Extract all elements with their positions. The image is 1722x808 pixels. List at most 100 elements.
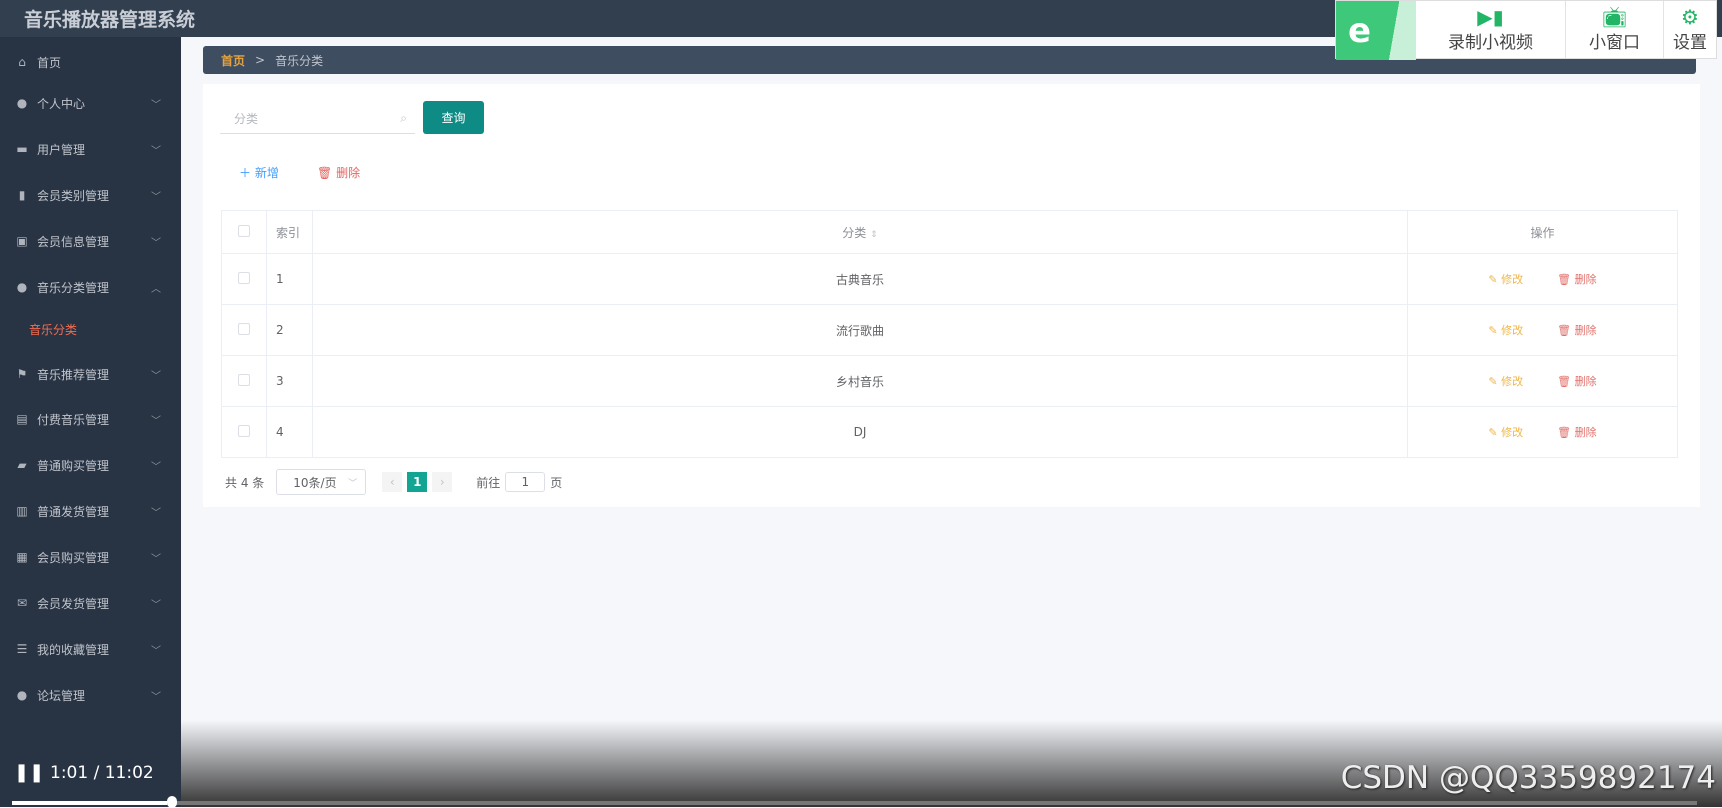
next-page-button[interactable]: › xyxy=(432,472,453,492)
sidebar-item[interactable]: ⚑ 音乐推荐管理 ﹀ xyxy=(0,359,181,389)
mail-icon: ✉ xyxy=(16,596,28,610)
sidebar-item-label: 会员发货管理 xyxy=(37,596,110,611)
row-select[interactable] xyxy=(221,253,267,305)
row-index: 4 xyxy=(266,406,313,458)
goto-page-input[interactable]: 1 xyxy=(505,472,546,492)
edit-label: 修改 xyxy=(1501,426,1524,439)
mini-window-button[interactable]: 📺︎ 小窗口 xyxy=(1566,1,1664,58)
add-button[interactable]: ＋ 新增 xyxy=(239,164,279,181)
table-row: 1 古典音乐 ✎ 修改 🗑︎ 删除 xyxy=(221,253,1678,305)
settings-button[interactable]: ⚙ 设置 xyxy=(1664,1,1716,58)
sidebar-item[interactable]: ✉ 会员发货管理 ﹀ xyxy=(0,588,181,618)
checkbox[interactable] xyxy=(238,224,250,237)
sidebar-item-label: 音乐推荐管理 xyxy=(37,367,110,382)
header-category[interactable]: 分类 ⇕ xyxy=(312,210,1408,254)
sidebar-item-label: 会员信息管理 xyxy=(37,234,110,249)
edit-button[interactable]: ✎ 修改 xyxy=(1488,426,1523,439)
trash-icon: 🗑︎ xyxy=(1557,273,1575,286)
sidebar-item[interactable]: ☰ 我的收藏管理 ﹀ xyxy=(0,634,181,664)
checkbox[interactable] xyxy=(238,424,250,437)
edit-label: 修改 xyxy=(1501,324,1524,337)
sidebar-item[interactable]: ● 音乐分类管理 ︿ xyxy=(0,272,181,302)
sidebar-item[interactable]: ▣ 会员信息管理 ﹀ xyxy=(0,226,181,256)
edit-button[interactable]: ✎ 修改 xyxy=(1488,375,1523,388)
page-unit: 页 xyxy=(550,475,563,490)
row-index: 2 xyxy=(266,304,313,356)
settings-label: 设置 xyxy=(1673,33,1707,53)
browser-logo-icon: e xyxy=(1336,1,1416,60)
prev-page-button[interactable]: ‹ xyxy=(382,472,403,492)
chevron-down-icon: ﹀ xyxy=(151,237,161,249)
row-select[interactable] xyxy=(221,406,267,458)
row-category: DJ xyxy=(312,406,1408,458)
delete-button[interactable]: 🗑︎ 删除 xyxy=(1557,324,1596,337)
total-count: 共 4 条 xyxy=(225,475,265,490)
sidebar-subitem-active[interactable]: 音乐分类 xyxy=(29,321,77,338)
edit-button[interactable]: ✎ 修改 xyxy=(1488,273,1523,286)
trash-icon: 🗑︎ xyxy=(1557,324,1575,337)
pagination: 共 4 条 10条/页 ﹀ ‹ 1 › 前往 1 页 xyxy=(225,469,562,495)
sidebar-item-label: 付费音乐管理 xyxy=(37,412,110,427)
watermark: CSDN @QQ3359892174 xyxy=(1340,760,1716,796)
batch-delete-button[interactable]: 🗑︎ 删除 xyxy=(317,164,360,181)
chevron-down-icon: ﹀ xyxy=(151,507,161,519)
sidebar-item-label: 普通发货管理 xyxy=(37,504,110,519)
sort-icon[interactable]: ⇕ xyxy=(870,230,878,240)
sidebar-item[interactable]: ● 个人中心 ﹀ xyxy=(0,88,181,118)
record-video-button[interactable]: ▶▮ 录制小视频 xyxy=(1416,1,1566,58)
breadcrumb-current: 音乐分类 xyxy=(275,53,324,68)
briefcase-icon: ▬ xyxy=(16,142,28,156)
video-time: 1:01 / 11:02 xyxy=(50,763,154,783)
edit-button[interactable]: ✎ 修改 xyxy=(1488,324,1523,337)
page-number[interactable]: 1 xyxy=(407,472,428,492)
sidebar-item-label: 我的收藏管理 xyxy=(37,642,110,657)
delete-button[interactable]: 🗑︎ 删除 xyxy=(1557,375,1596,388)
query-button[interactable]: 查询 xyxy=(423,101,484,134)
chat-icon: ● xyxy=(16,688,28,702)
checkbox[interactable] xyxy=(238,322,250,335)
search-input[interactable]: 分类 ⌕ xyxy=(220,103,415,134)
checkbox[interactable] xyxy=(238,271,250,284)
sidebar-item[interactable]: ⌂ 首页 xyxy=(0,47,181,77)
page-size-value: 10条/页 xyxy=(293,475,337,490)
header-select-all[interactable] xyxy=(221,210,267,254)
sidebar-item[interactable]: ▤ 付费音乐管理 ﹀ xyxy=(0,404,181,434)
grid-icon: ▦ xyxy=(16,550,28,564)
delete-button[interactable]: 🗑︎ 删除 xyxy=(1557,426,1596,439)
row-index: 3 xyxy=(266,355,313,407)
pause-icon[interactable]: ❚❚ xyxy=(14,762,44,783)
row-select[interactable] xyxy=(221,304,267,356)
delete-button[interactable]: 🗑︎ 删除 xyxy=(1557,273,1596,286)
tv-icon: 📺︎ xyxy=(1601,5,1628,29)
video-progress-bar[interactable] xyxy=(12,801,1697,805)
row-actions: ✎ 修改 🗑︎ 删除 xyxy=(1407,406,1678,458)
box-icon: ▥ xyxy=(16,504,28,518)
delete-label: 删除 xyxy=(1574,375,1597,388)
sidebar-item[interactable]: ▥ 普通发货管理 ﹀ xyxy=(0,496,181,526)
sidebar-item-label: 用户管理 xyxy=(37,142,86,157)
checkbox[interactable] xyxy=(238,373,250,386)
row-select[interactable] xyxy=(221,355,267,407)
bar-chart-icon: ▮ xyxy=(18,188,26,202)
sidebar-item-label: 个人中心 xyxy=(37,96,86,111)
search-icon: ⌕ xyxy=(400,110,407,125)
table-row: 3 乡村音乐 ✎ 修改 🗑︎ 删除 xyxy=(221,355,1678,407)
sidebar-item[interactable]: ▮ 会员类别管理 ﹀ xyxy=(0,180,181,210)
edit-label: 修改 xyxy=(1501,273,1524,286)
page-size-select[interactable]: 10条/页 ﹀ xyxy=(276,469,367,495)
delete-label: 删除 xyxy=(1574,426,1597,439)
sidebar-item[interactable]: ▬ 用户管理 ﹀ xyxy=(0,134,181,164)
row-category: 乡村音乐 xyxy=(312,355,1408,407)
video-controls: ❚❚ 1:01 / 11:02 CSDN @QQ3359892174 xyxy=(0,760,1722,808)
pencil-icon: ✎ xyxy=(1488,426,1502,439)
chevron-down-icon: ﹀ xyxy=(151,415,161,427)
add-label: 新增 xyxy=(254,166,279,180)
sidebar-item-label: 首页 xyxy=(37,55,62,70)
sidebar-item[interactable]: ▦ 会员购买管理 ﹀ xyxy=(0,542,181,572)
breadcrumb-home[interactable]: 首页 xyxy=(221,52,245,69)
goto-label: 前往 xyxy=(476,475,501,490)
sidebar-item[interactable]: ● 论坛管理 ﹀ xyxy=(0,680,181,710)
sidebar-item[interactable]: ▰ 普通购买管理 ﹀ xyxy=(0,450,181,480)
row-actions: ✎ 修改 🗑︎ 删除 xyxy=(1407,304,1678,356)
progress-handle[interactable] xyxy=(167,796,178,808)
